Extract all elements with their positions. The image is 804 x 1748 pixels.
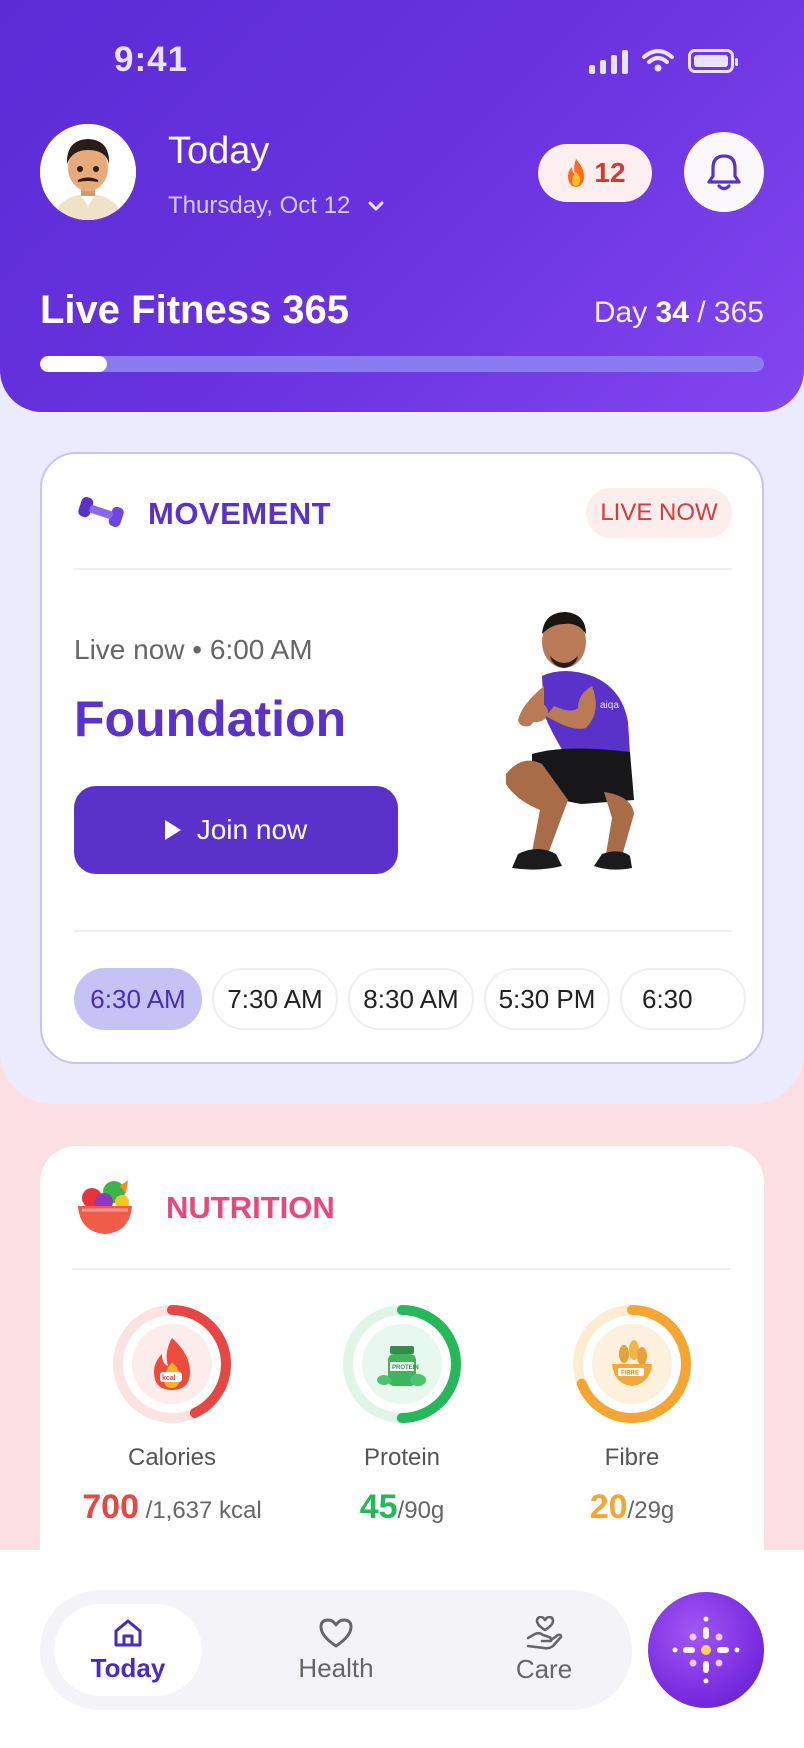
fibre-grain-icon: FIBRE — [592, 1324, 672, 1404]
day-counter: Day 34 / 365 — [594, 296, 764, 330]
time-slot[interactable]: 7:30 AM — [212, 968, 338, 1030]
svg-text:PROTEIN: PROTEIN — [392, 1365, 419, 1371]
avatar[interactable] — [40, 124, 136, 220]
app-screen: 9:41 Today Thursday, Oct 12 12 Live Fitn… — [0, 0, 804, 1748]
class-name: Foundation — [74, 691, 347, 747]
user-cartoon-icon — [40, 124, 136, 220]
tab-bar: Today Health Care — [40, 1590, 632, 1710]
tab-care[interactable]: Care — [470, 1604, 618, 1696]
tab-health[interactable]: Health — [262, 1604, 410, 1696]
time-slot[interactable]: 8:30 AM — [348, 968, 474, 1030]
time-slot[interactable]: 6:30 AM — [74, 968, 202, 1030]
join-now-button[interactable]: Join now — [74, 786, 398, 874]
ring-target-value: /1,637 kcal — [138, 1497, 262, 1524]
home-icon — [114, 1619, 142, 1646]
time-slot[interactable]: 5:30 PM — [484, 968, 610, 1030]
fibre-ring: FIBRE — [570, 1302, 694, 1426]
ring-target-value: /29g — [627, 1497, 675, 1524]
time-slot[interactable]: 6:30 — [620, 968, 746, 1030]
nutrition-title: NUTRITION — [166, 1190, 335, 1225]
streak-badge[interactable]: 12 — [538, 144, 652, 202]
cellular-signal-icon — [589, 48, 628, 74]
ring-value: 20/29g — [532, 1488, 732, 1527]
day-current: 34 — [655, 296, 689, 329]
status-time: 9:41 — [114, 40, 189, 79]
ring-current-value: 700 — [82, 1488, 139, 1526]
tab-today[interactable]: Today — [54, 1604, 202, 1696]
trainer-squat-image: aiqa — [506, 612, 634, 870]
salad-bowl-icon — [78, 1180, 132, 1234]
fire-icon — [568, 159, 585, 187]
protein-ring: PROTEIN — [340, 1302, 464, 1426]
tab-label: Today — [90, 1652, 166, 1683]
program-progress-fill — [40, 356, 108, 372]
day-label: Day — [593, 296, 648, 329]
movement-title: MOVEMENT — [148, 496, 332, 531]
protein-jar-icon: PROTEIN — [362, 1324, 442, 1404]
ai-assistant-button[interactable] — [648, 1592, 764, 1708]
bell-icon — [707, 154, 741, 191]
ring-value: 45/90g — [302, 1488, 502, 1527]
join-now-label: Join now — [196, 814, 308, 845]
bottom-navigation: Today Health Care — [0, 1550, 804, 1748]
svg-text:aiqa: aiqa — [600, 700, 619, 711]
date-selector[interactable]: Thursday, Oct 12 — [168, 192, 384, 220]
ring-target-value: /90g — [397, 1497, 445, 1524]
divider — [74, 568, 732, 570]
sparkle-dots-icon — [672, 1616, 740, 1684]
notifications-button[interactable] — [684, 132, 764, 212]
page-title: Today — [168, 130, 270, 172]
movement-card: MOVEMENT LIVE NOW Live now • 6:00 AM Fou… — [40, 452, 764, 1064]
care-hand-icon — [526, 1615, 563, 1650]
calories-ring: kcal — [110, 1302, 234, 1426]
play-icon — [164, 820, 181, 840]
flame-kcal-icon: kcal — [132, 1324, 212, 1404]
heart-icon — [319, 1618, 353, 1647]
tab-label: Care — [515, 1653, 573, 1684]
fibre-ring-block[interactable]: FIBRE Fibre 20/29g — [532, 1302, 732, 1527]
divider — [74, 930, 732, 932]
wifi-icon — [642, 49, 674, 72]
ring-current-value: 20 — [589, 1488, 628, 1526]
ring-label: Calories — [127, 1444, 217, 1471]
protein-ring-block[interactable]: PROTEIN Protein 45/90g — [302, 1302, 502, 1527]
calories-ring-block[interactable]: kcal Calories 700 /1,637 kcal — [72, 1302, 272, 1527]
status-icons — [589, 48, 738, 74]
header: 9:41 Today Thursday, Oct 12 12 Live Fitn… — [0, 0, 804, 412]
ring-current-value: 45 — [359, 1488, 398, 1526]
divider — [72, 1268, 730, 1270]
ring-label: Fibre — [604, 1444, 660, 1471]
dumbbell-icon — [78, 496, 124, 528]
svg-text:FIBRE: FIBRE — [621, 1371, 639, 1377]
live-now-badge: LIVE NOW — [586, 488, 732, 538]
streak-count: 12 — [594, 157, 626, 188]
program-name: Live Fitness 365 — [40, 288, 350, 332]
battery-icon — [688, 49, 738, 73]
program-progress-bar — [40, 356, 764, 372]
time-slot-list: 6:30 AM 7:30 AM 8:30 AM 5:30 PM 6:30 — [74, 968, 746, 1030]
chevron-down-icon — [368, 201, 384, 211]
live-session-time: Live now • 6:00 AM — [74, 634, 313, 665]
day-total: / 365 — [697, 296, 764, 329]
svg-text:kcal: kcal — [162, 1375, 176, 1382]
nutrition-card: NUTRITION kcal Calories 700 /1,637 kcal … — [40, 1146, 764, 1606]
tab-label: Health — [298, 1652, 374, 1683]
ring-label: Protein — [363, 1444, 441, 1471]
date-label: Thursday, Oct 12 — [168, 192, 351, 219]
ring-value: 700 /1,637 kcal — [72, 1488, 272, 1527]
